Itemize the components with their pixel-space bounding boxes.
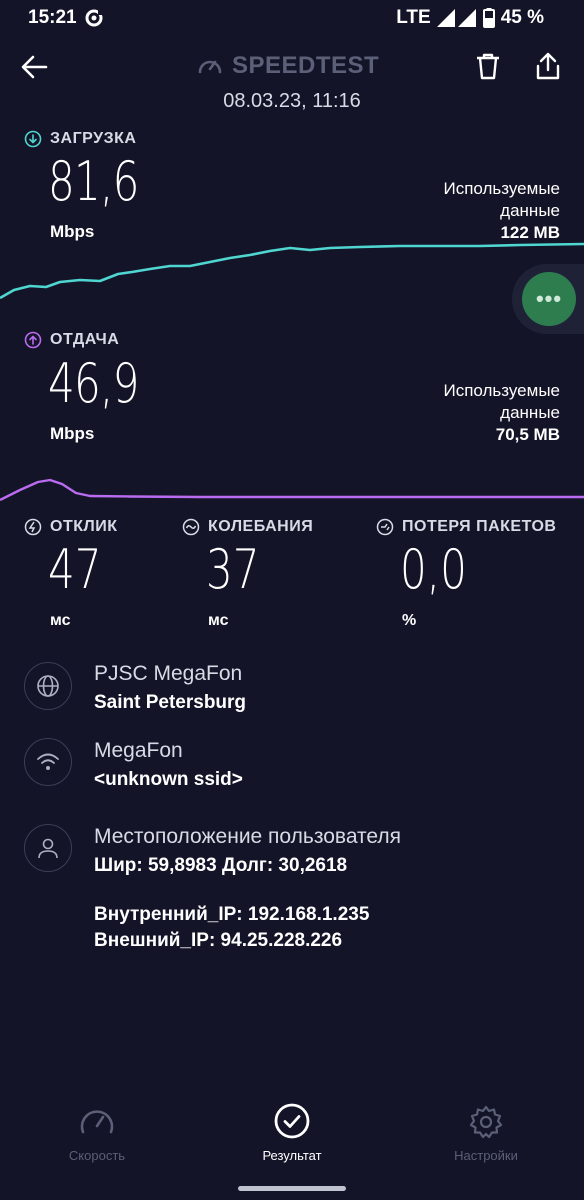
download-value: 81,6	[48, 150, 139, 213]
signal-icon	[436, 9, 476, 27]
app-brand: SPEEDTEST	[196, 50, 379, 82]
status-time: 15:21	[28, 7, 77, 28]
globe-icon-wrap	[24, 662, 72, 710]
status-bar: 15:21 LTE 45 %	[0, 0, 584, 36]
globe-icon	[37, 675, 59, 697]
trash-icon	[477, 53, 499, 80]
packet-loss-value: 0,0	[400, 538, 467, 601]
share-button[interactable]	[532, 50, 564, 82]
download-used-label-1: Используемые	[443, 179, 560, 198]
upload-icon	[24, 331, 42, 349]
battery-level: 45 %	[500, 7, 544, 28]
download-graph	[0, 242, 584, 300]
external-ip: Внешний_IP: 94.25.228.226	[94, 930, 343, 951]
ping-icon	[24, 518, 42, 536]
packet-loss-label-text: ПОТЕРЯ ПАКЕТОВ	[402, 518, 557, 535]
ping-unit: мс	[50, 612, 71, 629]
ping-label-text: ОТКЛИК	[50, 518, 118, 535]
jitter-value: 37	[206, 538, 260, 601]
jitter-label-text: КОЛЕБАНИЯ	[208, 518, 314, 535]
battery-icon	[482, 8, 495, 28]
download-label: ЗАГРУЗКА	[24, 130, 136, 148]
user-icon-wrap	[24, 824, 72, 872]
notification-icon	[84, 8, 104, 28]
internal-ip: Внутренний_IP: 192.168.1.235	[94, 904, 370, 925]
jitter-label: КОЛЕБАНИЯ	[182, 518, 313, 536]
upload-graph-line	[0, 478, 584, 502]
check-circle-icon	[274, 1103, 310, 1139]
nav-settings[interactable]: Настройки	[411, 1104, 561, 1163]
delete-button[interactable]	[472, 50, 504, 82]
nav-result[interactable]: Результат	[217, 1102, 367, 1163]
jitter-icon	[182, 518, 200, 536]
download-graph-line	[0, 242, 584, 300]
packet-loss-unit: %	[402, 612, 417, 629]
packet-loss-icon	[376, 518, 394, 536]
gauge-icon	[198, 60, 222, 74]
more-icon: •••	[535, 286, 563, 311]
ping-label: ОТКЛИК	[24, 518, 117, 536]
brand-name: SPEEDTEST	[232, 52, 380, 79]
provider-name: PJSC MegaFon	[94, 662, 243, 685]
nav-speed-label: Скорость	[68, 1148, 126, 1163]
nav-result-label: Результат	[262, 1148, 322, 1163]
upload-used-data: Используемые данные 70,5 MB	[443, 380, 560, 446]
gear-icon	[469, 1105, 503, 1139]
download-icon	[24, 130, 42, 148]
packet-loss-label: ПОТЕРЯ ПАКЕТОВ	[376, 518, 556, 536]
download-used-data: Используемые данные 122 MB	[443, 178, 560, 244]
status-right: LTE 45 %	[396, 7, 544, 29]
network-ssid: <unknown ssid>	[94, 769, 243, 790]
upload-label-text: ОТДАЧА	[50, 331, 120, 348]
share-icon	[536, 52, 560, 80]
user-coordinates: Шир: 59,8983 Долг: 30,2618	[94, 855, 348, 876]
wifi-icon-wrap	[24, 738, 72, 786]
test-datetime: 08.03.23, 11:16	[223, 90, 361, 112]
back-button[interactable]	[18, 50, 52, 84]
nav-settings-label: Настройки	[454, 1148, 518, 1163]
server-location: Saint Petersburg	[94, 692, 247, 713]
user-location-label: Местоположение пользователя	[94, 825, 402, 848]
network-name: MegaFon	[94, 739, 183, 762]
upload-value: 46,9	[48, 352, 139, 415]
home-indicator[interactable]	[238, 1186, 346, 1191]
user-icon	[38, 838, 58, 859]
network-type: LTE	[396, 7, 431, 28]
wifi-icon	[37, 753, 59, 770]
upload-used-value: 70,5 MB	[495, 425, 560, 444]
jitter-unit: мс	[208, 612, 229, 629]
more-button[interactable]: •••	[522, 272, 576, 326]
download-label-text: ЗАГРУЗКА	[50, 130, 137, 147]
upload-graph	[0, 478, 584, 502]
arrow-left-icon	[21, 55, 48, 79]
download-used-label-2: данные	[500, 201, 560, 220]
upload-used-label-2: данные	[500, 403, 560, 422]
speedometer-icon	[80, 1110, 114, 1134]
nav-speed[interactable]: Скорость	[22, 1104, 172, 1163]
upload-unit: Mbps	[50, 424, 95, 443]
ping-value: 47	[48, 538, 102, 601]
upload-used-label-1: Используемые	[443, 381, 560, 400]
upload-label: ОТДАЧА	[24, 331, 119, 349]
